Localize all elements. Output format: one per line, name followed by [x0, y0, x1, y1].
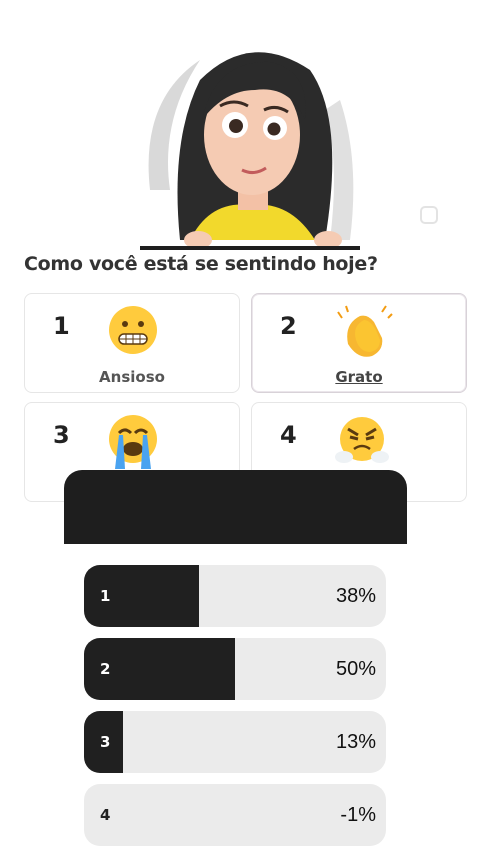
- result-percent: -1%: [340, 804, 376, 826]
- grimacing-face-icon: [107, 304, 159, 356]
- result-number: 4: [100, 806, 111, 824]
- option-card-1[interactable]: 1 Ansioso: [24, 293, 240, 393]
- option-number: 1: [53, 312, 70, 340]
- option-label: Ansioso: [99, 368, 165, 386]
- option-label: Grato: [335, 368, 383, 386]
- loudly-crying-face-icon: [107, 413, 159, 469]
- face-with-steam-icon: [334, 413, 389, 465]
- avatar-illustration: [140, 40, 360, 250]
- result-percent: 13%: [335, 731, 376, 753]
- result-bar-1: 1 38%: [84, 565, 386, 627]
- result-number: 1: [100, 587, 111, 605]
- result-bar-4: 4 -1%: [84, 784, 386, 846]
- result-number: 3: [100, 733, 111, 751]
- option-number: 3: [53, 421, 70, 449]
- result-number: 2: [100, 660, 111, 678]
- results-panel-header: [64, 470, 407, 544]
- option-number: 4: [280, 421, 297, 449]
- question-title: Como você está se sentindo hoje?: [24, 253, 378, 275]
- result-bar-3: 3 13%: [84, 711, 386, 773]
- option-number: 2: [280, 312, 297, 340]
- result-percent: 38%: [335, 585, 376, 607]
- result-percent: 50%: [335, 658, 376, 680]
- clapping-hands-icon: [334, 304, 393, 357]
- option-card-2[interactable]: 2 Grato: [251, 293, 467, 393]
- watermark-icon: [418, 204, 440, 226]
- result-bar-2: 2 50%: [84, 638, 386, 700]
